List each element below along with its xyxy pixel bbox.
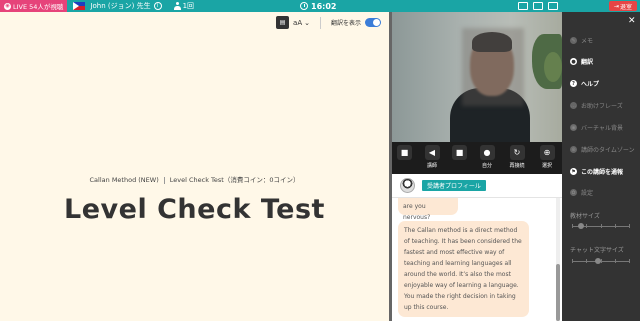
translation-label: 翻訳を表示: [330, 20, 361, 27]
teacher-name[interactable]: John (ジョン) 先生: [90, 1, 150, 11]
student-profile-button[interactable]: 受講者プロフィール: [422, 180, 486, 191]
side-menu: ✕ ✎ メモ ● 翻訳 ? ヘルプ … お助けフレーズ ▣ バーチャル背景 ⊕ …: [562, 12, 640, 321]
timer-value: 16:02: [311, 1, 337, 11]
menu-item-help[interactable]: ? ヘルプ: [570, 79, 599, 88]
breadcrumb: Callan Method (NEW) Level Check Test（消費コイ…: [0, 174, 389, 184]
reconnect-button[interactable]: ↻ 再接続: [502, 145, 532, 169]
translate-icon: ●: [570, 58, 577, 65]
reconnect-icon: ↻: [509, 145, 525, 160]
menu-item-memo[interactable]: ✎ メモ: [570, 36, 593, 45]
avatar: [400, 178, 415, 193]
live-badge[interactable]: ◉ LIVE 54人が視聴: [0, 0, 68, 12]
gear-icon: ✿: [570, 189, 577, 196]
lesson-timer: 16:02: [300, 0, 336, 12]
video-controls: ■ ◀ 講師 ■ ● 自分 ↻ 再接続 ⊕ 選択: [392, 142, 562, 174]
menu-item-settings[interactable]: ✿ 設定: [570, 188, 593, 197]
select-button[interactable]: ⊕ 選択: [532, 145, 562, 169]
chat-font-size-slider[interactable]: [572, 258, 630, 264]
slider-knob[interactable]: [577, 223, 584, 229]
camera-control[interactable]: ■: [392, 145, 417, 162]
material-size-label: 教材サイズ: [570, 213, 600, 220]
pencil-icon: ✎: [570, 37, 577, 44]
divider: [319, 16, 321, 29]
lesson-material: ▤ aA ⌄ 翻訳を表示 Callan Method (NEW) Level Ch…: [0, 12, 389, 321]
live-label: LIVE 54人が視聴: [13, 3, 64, 11]
volume-icon: ◀: [424, 145, 440, 160]
chat-font-size-label: チャット文字サイズ: [570, 247, 624, 254]
mic-control[interactable]: ● 自分: [472, 145, 502, 169]
chat-panel: are you nervous? The Callan method is a …: [392, 198, 562, 321]
chat-message: The Callan method is a direct method of …: [398, 221, 529, 317]
font-size-label: aA: [293, 18, 303, 27]
layout-buttons: [518, 2, 558, 10]
layout-icon[interactable]: [518, 2, 528, 10]
font-size-button[interactable]: aA ⌄: [293, 19, 310, 27]
book-icon[interactable]: ▤: [276, 16, 290, 29]
camera-icon: ■: [452, 145, 467, 160]
globe-icon: ⊕: [539, 145, 555, 160]
help-icon: ?: [570, 80, 577, 87]
page-title: Level Check Test: [64, 194, 325, 225]
lesson-count: 1回: [173, 1, 195, 11]
chat-message: are you nervous?: [398, 198, 458, 221]
image-icon: ▣: [570, 124, 577, 131]
philippines-flag-icon: [73, 2, 86, 10]
flag-icon: ⚑: [570, 168, 577, 175]
teacher-volume-control[interactable]: ◀ 講師: [417, 145, 447, 169]
mic-icon: ●: [479, 145, 495, 160]
teacher-video: [392, 12, 562, 145]
menu-item-phrases[interactable]: … お助けフレーズ: [570, 101, 623, 110]
self-camera-control[interactable]: ■: [447, 145, 472, 162]
material-toolbar: ▤ aA ⌄ 翻訳を表示: [276, 16, 381, 29]
exit-button[interactable]: ⇥ 退室: [609, 1, 637, 11]
exit-label: 退室: [620, 3, 633, 11]
camera-icon: ■: [397, 145, 412, 160]
profile-bar: 受講者プロフィール: [392, 174, 562, 198]
menu-item-virtual-background[interactable]: ▣ バーチャル背景: [570, 123, 623, 132]
translation-toggle[interactable]: [365, 18, 381, 27]
slider-knob[interactable]: [595, 258, 602, 264]
live-icon: ◉: [4, 2, 11, 10]
course-name: Callan Method (NEW): [89, 176, 159, 184]
material-size-slider[interactable]: [572, 223, 630, 229]
clock-icon: [300, 2, 308, 10]
info-icon[interactable]: i: [153, 2, 162, 10]
person-icon: [173, 2, 181, 10]
menu-item-translate[interactable]: ● 翻訳: [570, 57, 593, 66]
chevron-down-icon: ⌄: [304, 18, 310, 27]
globe-icon: ⊕: [570, 146, 577, 153]
layout-icon[interactable]: [533, 2, 543, 10]
menu-item-timezone[interactable]: ⊕ 講師のタイムゾーン: [570, 145, 635, 154]
level-info: Level Check Test（消費コイン：0コイン）: [169, 176, 300, 184]
top-bar: ◉ LIVE 54人が視聴 John (ジョン) 先生 i 1回 16:02 ⇥…: [0, 0, 640, 12]
close-icon[interactable]: ✕: [628, 16, 636, 26]
chat-icon: …: [570, 102, 577, 109]
menu-item-report[interactable]: ⚑ この講師を通報: [570, 167, 623, 176]
exit-icon: ⇥: [613, 2, 619, 10]
layout-icon[interactable]: [548, 2, 558, 10]
chat-scrollbar-thumb[interactable]: [556, 264, 560, 321]
lesson-count-label: 1回: [182, 2, 195, 10]
